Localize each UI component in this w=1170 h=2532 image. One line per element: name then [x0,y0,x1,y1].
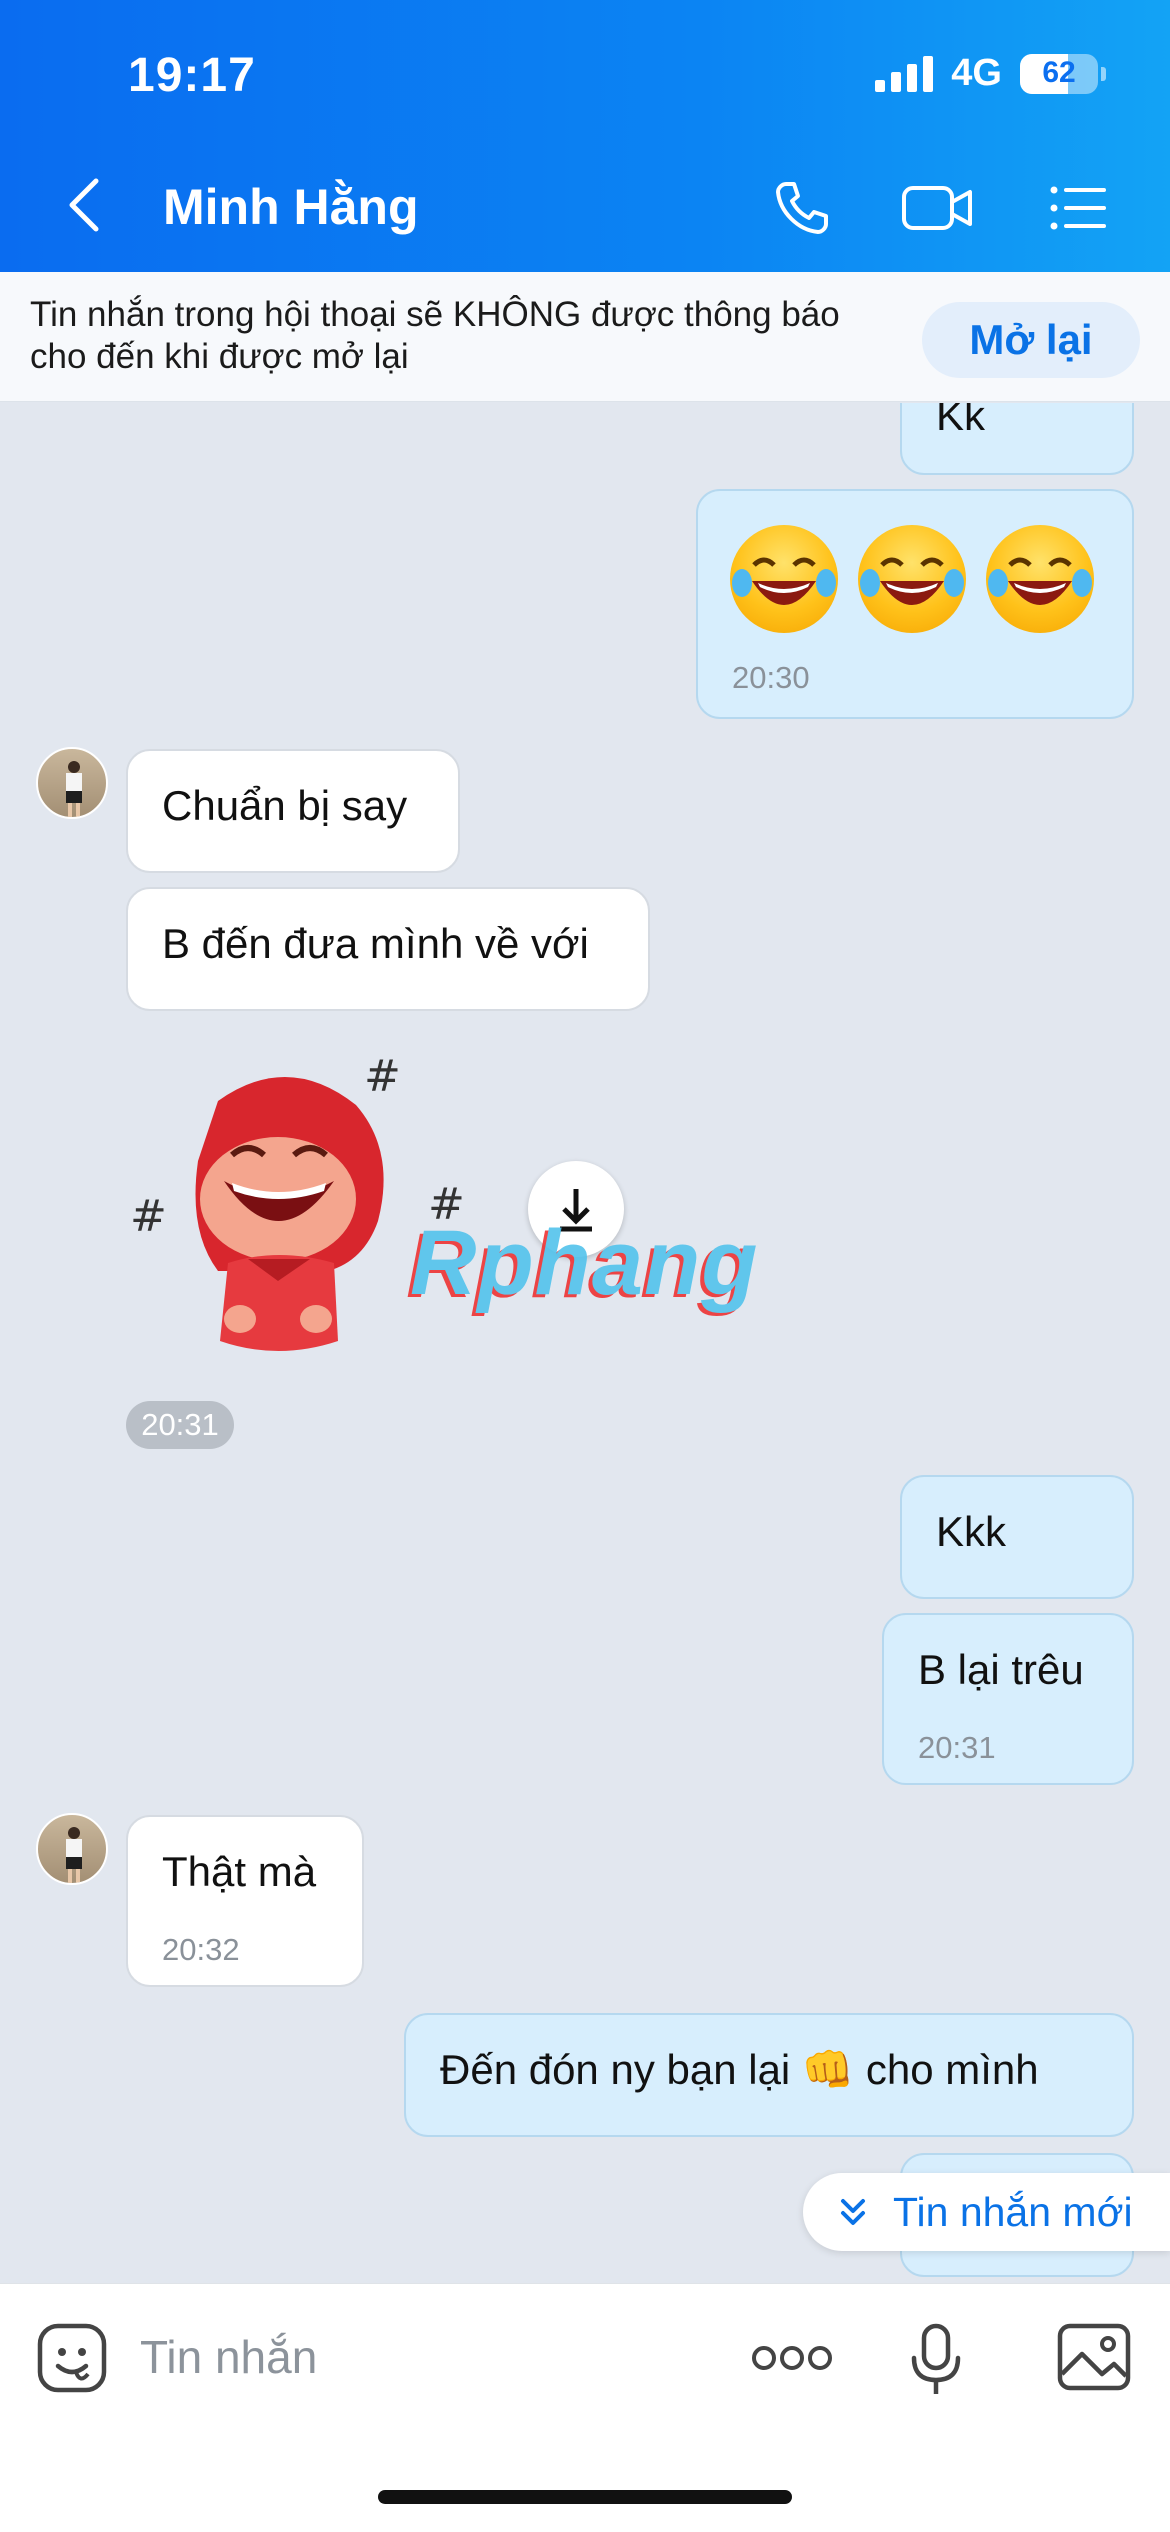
app-header: 19:17 4G 62 Minh Hằng [0,0,1170,272]
phone-icon[interactable] [770,176,834,240]
tears-of-joy-emoji-icon [730,525,838,633]
tears-of-joy-emoji-icon [858,525,966,633]
message-time: 20:31 [918,1730,996,1765]
message-bubble-incoming[interactable]: B đến đưa mình về với [126,887,650,1011]
sticker-emoji-icon[interactable] [36,2322,108,2394]
message-time: 20:30 [732,660,810,695]
watermark-text: Rphang [410,1212,759,1314]
svg-text:#: # [364,1051,401,1102]
mute-notice-line-2: cho đến khi được mở lại [30,337,409,376]
unmute-button[interactable]: Mở lại [922,302,1140,378]
sticker-time: 20:31 [126,1401,234,1449]
message-time: 20:32 [162,1932,240,1967]
message-bubble-outgoing[interactable]: 20:30 [696,489,1134,719]
back-arrow-icon[interactable] [60,175,110,235]
battery-level: 62 [1042,55,1076,89]
new-messages-button[interactable]: Tin nhắn mới [803,2173,1170,2251]
image-gallery-icon[interactable] [1056,2322,1132,2392]
menu-list-icon[interactable] [1046,176,1110,240]
signal-icon [875,55,934,92]
double-chevron-down-icon [841,2199,865,2225]
message-text: Kkk [936,1508,1007,1555]
message-text: Thật mà [162,1848,317,1895]
message-bubble-outgoing[interactable]: Kkk [900,1475,1134,1599]
mute-notice-banner: Tin nhắn trong hội thoại sẽ KHÔNG được t… [0,272,1170,402]
tears-of-joy-emoji-icon [986,525,1094,633]
message-text: B đến đưa mình về với [162,920,589,967]
mute-notice-line-1: Tin nhắn trong hội thoại sẽ KHÔNG được t… [30,295,840,334]
home-indicator[interactable] [378,2490,792,2504]
message-bubble-incoming[interactable]: Thật mà 20:32 [126,1815,364,1987]
message-text: Đến đón ny bạn lại 👊 cho mình [440,2046,1039,2093]
contact-avatar[interactable] [36,1813,108,1885]
contact-name[interactable]: Minh Hằng [163,178,419,236]
message-text: Chuẩn bị say [162,782,408,829]
message-bubble-outgoing[interactable]: Đến đón ny bạn lại 👊 cho mình [404,2013,1134,2137]
message-text: B lại trêu [918,1646,1084,1693]
network-type: 4G [951,52,1002,94]
message-bubble-incoming[interactable]: Chuẩn bị say [126,749,460,873]
message-bubble-outgoing[interactable]: B lại trêu 20:31 [882,1613,1134,1785]
message-text: Kk [936,403,986,439]
more-options-icon[interactable] [750,2340,834,2376]
battery-icon: 62 [1020,53,1106,94]
mute-notice-text: Tin nhắn trong hội thoại sẽ KHÔNG được t… [30,294,910,378]
message-bubble-outgoing[interactable]: Kk [900,403,1134,475]
video-call-icon[interactable] [900,176,976,240]
laughing-red-hood-sticker[interactable]: # # # [128,1031,488,1381]
contact-avatar[interactable] [36,747,108,819]
chat-thread[interactable]: Kk 20:30 Chuẩn bị say B đến đưa mình về … [0,403,1170,2283]
status-indicators: 4G 62 [875,52,1106,95]
svg-text:#: # [130,1191,167,1242]
new-messages-label: Tin nhắn mới [893,2189,1133,2235]
message-input[interactable]: Tin nhắn [140,2330,317,2384]
status-time: 19:17 [128,49,256,102]
microphone-icon[interactable] [906,2322,966,2398]
